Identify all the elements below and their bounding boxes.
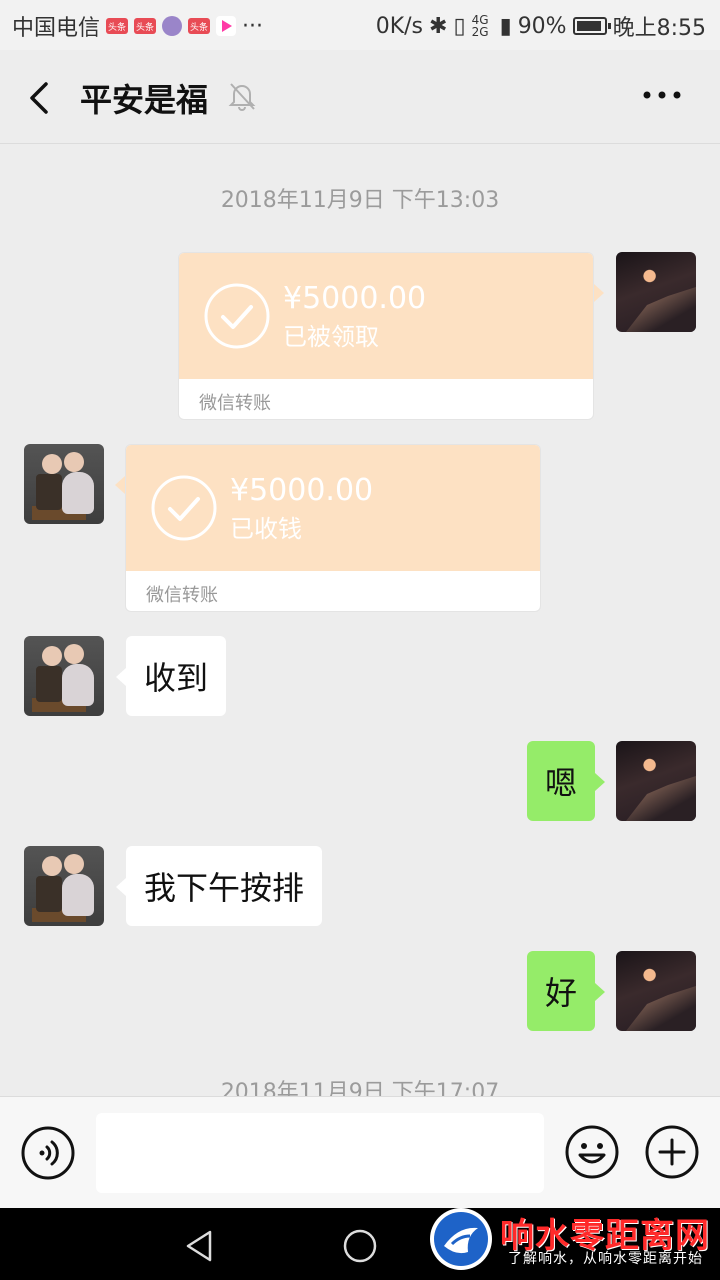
video-app-icon xyxy=(216,16,237,36)
incoming-message-bubble[interactable]: 我下午按排 xyxy=(126,846,323,926)
plus-icon[interactable] xyxy=(644,1124,700,1180)
bubble-tail xyxy=(115,476,125,494)
chat-header: 平安是福 xyxy=(0,50,720,144)
check-circle-icon xyxy=(151,475,217,541)
toutiao-app-icon: 头条 xyxy=(134,18,157,34)
incoming-message-bubble[interactable]: 收到 xyxy=(126,636,227,716)
status-left: 中国电信 头条 头条 头条 ··· xyxy=(12,10,263,42)
bubble-tail xyxy=(595,983,605,1001)
signal-icon: ▮ xyxy=(499,13,512,39)
transfer-amount: ¥5000.00 xyxy=(230,473,374,508)
voice-input-icon[interactable] xyxy=(20,1125,76,1181)
contact-avatar[interactable] xyxy=(24,636,104,716)
status-right: 0K/s ✱ ▯ 4G 2G ▮ 90% 晚上8:55 xyxy=(376,10,706,42)
battery-icon xyxy=(572,17,611,35)
check-circle-icon xyxy=(204,283,270,349)
transfer-label: 微信转账 xyxy=(146,585,218,606)
status-bar: 中国电信 头条 头条 头条 ··· 0K/s ✱ ▯ 4G 2G ▮ 90% 晚… xyxy=(0,0,720,50)
contact-avatar[interactable] xyxy=(24,444,104,524)
bell-muted-icon xyxy=(228,83,256,111)
outgoing-transfer-card[interactable]: ¥5000.00 已被领取 微信转账 xyxy=(178,252,594,420)
more-notifications-icon: ··· xyxy=(242,13,263,39)
transfer-amount: ¥5000.00 xyxy=(283,281,427,316)
my-avatar[interactable] xyxy=(616,951,696,1031)
clock: 晚上8:55 xyxy=(612,16,706,41)
transfer-status: 已收钱 xyxy=(230,515,302,543)
outgoing-message-bubble[interactable]: 嗯 xyxy=(527,741,596,821)
toutiao-app-icon: 头条 xyxy=(106,18,129,34)
bubble-tail xyxy=(595,773,605,791)
bubble-tail xyxy=(594,284,604,302)
bubble-tail xyxy=(116,668,126,686)
battery-percent: 90% xyxy=(517,13,567,39)
message-timestamp: 2018年11月9日 下午13:03 xyxy=(220,188,500,213)
outgoing-message-bubble[interactable]: 好 xyxy=(527,951,596,1031)
network-type: 4G 2G xyxy=(471,13,489,39)
toutiao-app-icon: 头条 xyxy=(188,18,211,34)
contact-avatar[interactable] xyxy=(24,846,104,926)
bluetooth-icon: ✱ xyxy=(429,13,448,39)
nav-home-icon[interactable] xyxy=(342,1228,378,1264)
my-avatar[interactable] xyxy=(616,741,696,821)
watermark-subtitle: 了解响水，从响水零距离开始 xyxy=(508,1251,703,1267)
net-speed: 0K/s xyxy=(375,13,424,39)
input-bar xyxy=(0,1096,720,1208)
transfer-label: 微信转账 xyxy=(199,393,271,414)
watermark-logo-icon xyxy=(430,1208,492,1270)
message-timestamp: 2018年11月9日 下午17:07 xyxy=(220,1080,500,1096)
chat-message-list[interactable]: 2018年11月9日 下午13:03 ¥5000.00 已被领取 微信转账 ¥5… xyxy=(0,144,720,1096)
my-avatar[interactable] xyxy=(616,252,696,332)
chat-title: 平安是福 xyxy=(80,81,209,119)
emoji-icon[interactable] xyxy=(564,1124,620,1180)
vibrate-icon: ▯ xyxy=(453,13,466,39)
more-options-icon[interactable] xyxy=(642,85,682,105)
bubble-tail xyxy=(116,878,126,896)
carrier-label: 中国电信 xyxy=(12,16,101,41)
app-notification-icon xyxy=(162,16,183,36)
message-input[interactable] xyxy=(96,1113,544,1193)
incoming-transfer-card[interactable]: ¥5000.00 已收钱 微信转账 xyxy=(125,444,541,612)
nav-back-icon[interactable] xyxy=(182,1228,218,1264)
transfer-status: 已被领取 xyxy=(283,323,379,351)
back-arrow-icon[interactable] xyxy=(22,78,56,118)
